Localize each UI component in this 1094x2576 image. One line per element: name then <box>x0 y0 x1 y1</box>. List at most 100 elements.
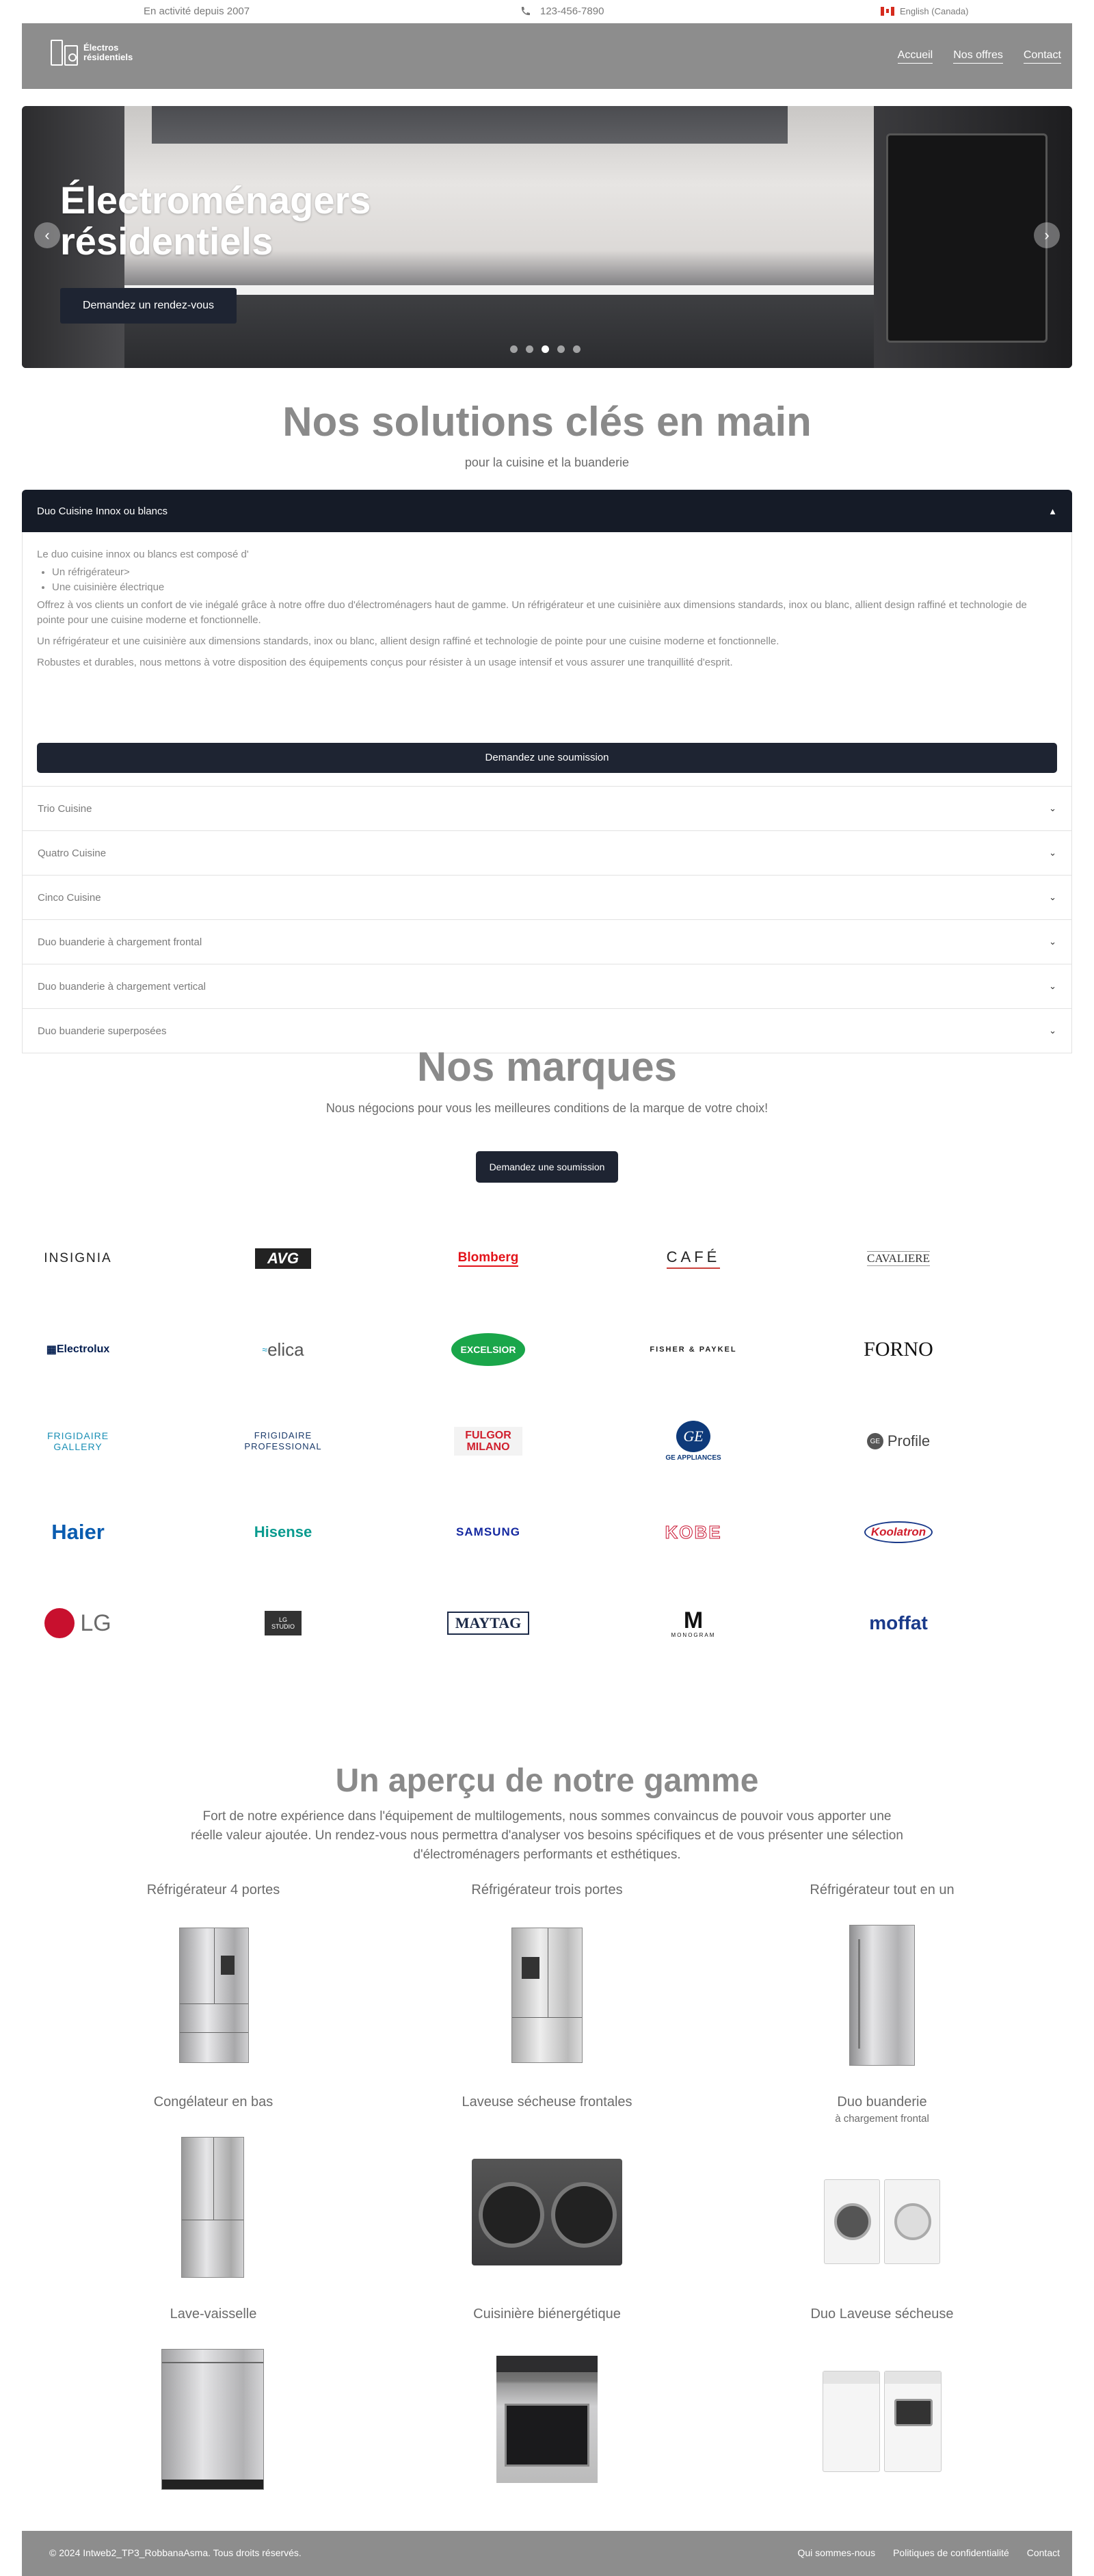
brand-logo-hisense[interactable]: Hisense <box>215 1512 351 1553</box>
hero-title-line-1: Électroménagers <box>60 179 371 222</box>
accordion-paragraph: Un réfrigérateur et une cuisinière aux d… <box>37 635 779 647</box>
brand-logo-fisher-paykel[interactable]: FISHER & PAYKEL <box>625 1329 762 1370</box>
accordion-item-quatro[interactable]: Quatro Cuisine ⌄ <box>22 831 1072 876</box>
product-name: Réfrigérateur trois portes <box>471 1882 623 1897</box>
brand-logo-avg[interactable]: AVG <box>215 1238 351 1279</box>
brand-logo-haier[interactable]: Haier <box>10 1512 146 1553</box>
phone-info[interactable]: 123-456-7890 <box>520 5 604 17</box>
accordion-title: Duo Cuisine Innox ou blancs <box>37 505 168 517</box>
brand-logo-frigidaire-professional[interactable]: FRIGIDAIRE PROFESSIONAL <box>215 1421 351 1462</box>
logo[interactable]: Électros résidentiels <box>49 37 133 68</box>
accordion-header-open[interactable]: Duo Cuisine Innox ou blancs ▲ <box>22 490 1072 532</box>
dishwasher-image <box>161 2349 264 2490</box>
product-card[interactable]: Duo Laveuse sécheuse <box>745 2306 1019 2322</box>
accordion-item-trio[interactable]: Trio Cuisine ⌄ <box>22 787 1072 831</box>
brand-name: Koolatron <box>864 1521 933 1543</box>
product-subtitle: à chargement frontal <box>835 2113 929 2125</box>
brand-name: Haier <box>51 1520 105 1544</box>
accordion-quote-button[interactable]: Demandez une soumission <box>37 743 1057 773</box>
carousel-dot[interactable] <box>557 345 565 353</box>
product-card[interactable]: Laveuse sécheuse frontales <box>410 2094 684 2110</box>
brand-name: EXCELSIOR <box>451 1333 526 1366</box>
brand-logo-profile[interactable]: GE Profile <box>830 1421 967 1462</box>
language-label[interactable]: English (Canada) <box>900 6 968 16</box>
brand-name: INSIGNIA <box>44 1251 112 1265</box>
brand-name: CAFÉ <box>666 1248 721 1269</box>
footer-link-privacy[interactable]: Politiques de confidentialité <box>893 2547 1009 2558</box>
hero-title: Électroménagers résidentiels <box>60 180 371 262</box>
since-text: En activité depuis 2007 <box>144 5 250 17</box>
hero-title-line-2: résidentiels <box>60 220 274 263</box>
brand-logo-kobe[interactable]: KOBE <box>625 1512 762 1553</box>
product-card[interactable]: Réfrigérateur tout en un <box>745 1882 1019 1898</box>
range-title: Un aperçu de notre gamme <box>335 1763 759 1799</box>
brand-name: Hisense <box>254 1523 312 1540</box>
top-bar: En activité depuis 2007 123-456-7890 Eng… <box>0 0 1094 23</box>
carousel-dot[interactable] <box>526 345 533 353</box>
brand-logo-cafe[interactable]: CAFÉ <box>625 1238 762 1279</box>
phone-number[interactable]: 123-456-7890 <box>540 5 604 17</box>
bottom-freezer-fridge-image <box>181 2137 244 2278</box>
product-card[interactable]: Lave-vaisselle <box>77 2306 350 2322</box>
main-nav: Accueil Nos offres Contact <box>897 49 1061 64</box>
brand-logo-fulgor[interactable]: FULGOR MILANO <box>420 1421 557 1462</box>
brand-logo-cavaliere[interactable]: CAVALIERE <box>830 1238 967 1279</box>
product-name: Réfrigérateur tout en un <box>810 1882 955 1897</box>
footer-link-about[interactable]: Qui sommes-nous <box>797 2547 875 2558</box>
lg-circle-icon <box>44 1608 75 1638</box>
brand-logo-moffat[interactable]: moffat <box>830 1603 967 1644</box>
accordion-item-duo-vertical[interactable]: Duo buanderie à chargement vertical ⌄ <box>22 964 1072 1009</box>
product-card[interactable]: Réfrigérateur 4 portes <box>77 1882 350 1898</box>
nav-nos-offres[interactable]: Nos offres <box>953 49 1003 64</box>
brand-logo-frigidaire-gallery[interactable]: FRIGIDAIRE GALLERY <box>10 1421 146 1462</box>
brand-logo-elica[interactable]: ≈ elica <box>215 1329 351 1370</box>
brand-logo-lg[interactable]: LG <box>10 1603 146 1644</box>
brand-logo-electrolux[interactable]: ▦ Electrolux <box>10 1329 146 1370</box>
accordion-item-label: Duo buanderie à chargement frontal <box>38 936 202 948</box>
brand-name: Electrolux <box>56 1343 110 1355</box>
brand-logo-samsung[interactable]: SAMSUNG <box>420 1512 557 1553</box>
accordion-item-duo-frontal[interactable]: Duo buanderie à chargement frontal ⌄ <box>22 920 1072 964</box>
brand-logo-ge-appliances[interactable]: GE GE APPLIANCES <box>625 1421 762 1462</box>
carousel-dot[interactable] <box>510 345 518 353</box>
brand-logo-lg-studio[interactable]: LG STUDIO <box>215 1603 351 1644</box>
brand-logo-excelsior[interactable]: EXCELSIOR <box>420 1329 557 1370</box>
brand-logo-insignia[interactable]: INSIGNIA <box>10 1238 146 1279</box>
accordion-item-label: Cinco Cuisine <box>38 891 101 904</box>
brand-logo-forno[interactable]: FORNO <box>830 1329 967 1370</box>
top-load-washer-dryer-image <box>823 2371 942 2472</box>
accordion-item-label: Trio Cuisine <box>38 802 92 815</box>
language-switcher[interactable]: English (Canada) <box>881 6 968 16</box>
brand-logo-maytag[interactable]: MAYTAG <box>420 1603 557 1644</box>
product-name: Congélateur en bas <box>153 2094 274 2110</box>
product-card[interactable]: Cuisinière biénergétique <box>410 2306 684 2322</box>
brands-subtitle: Nous négocions pour vous les meilleures … <box>325 1101 769 1115</box>
brand-name: FORNO <box>864 1338 933 1361</box>
accordion-item-label: Duo buanderie à chargement vertical <box>38 980 206 993</box>
brand-name: FRIGIDAIRE PROFESSIONAL <box>244 1430 322 1451</box>
hero-appointment-button[interactable]: Demandez un rendez-vous <box>60 288 237 324</box>
hero-image-cabinets <box>152 106 788 144</box>
footer-link-contact[interactable]: Contact <box>1027 2547 1060 2558</box>
solutions-title: Nos solutions clés en main <box>282 399 812 445</box>
product-card[interactable]: Duo buanderie à chargement frontal <box>745 2094 1019 2125</box>
site-footer: © 2024 Intweb2_TP3_RobbanaAsma. Tous dro… <box>22 2531 1072 2576</box>
product-name: Duo buanderie <box>837 2094 927 2110</box>
brands-quote-button[interactable]: Demandez une soumission <box>476 1151 618 1183</box>
nav-contact[interactable]: Contact <box>1023 49 1061 64</box>
carousel-prev-icon[interactable]: ‹ <box>34 222 60 248</box>
brand-name: FULGOR MILANO <box>454 1427 522 1456</box>
logo-line-1: Électros <box>83 42 119 53</box>
accordion-item-cinco[interactable]: Cinco Cuisine ⌄ <box>22 876 1072 920</box>
product-card[interactable]: Réfrigérateur trois portes <box>410 1882 684 1898</box>
product-card[interactable]: Congélateur en bas <box>77 2094 350 2110</box>
carousel-dot[interactable] <box>573 345 581 353</box>
nav-accueil[interactable]: Accueil <box>897 49 933 64</box>
carousel-next-icon[interactable]: › <box>1034 222 1060 248</box>
brand-logo-koolatron[interactable]: Koolatron <box>830 1512 967 1553</box>
brand-name: KOBE <box>665 1521 722 1542</box>
brand-logo-blomberg[interactable]: Blomberg <box>420 1238 557 1279</box>
product-name: Duo Laveuse sécheuse <box>810 2306 954 2322</box>
carousel-dot-active[interactable] <box>542 345 549 353</box>
brand-logo-monogram[interactable]: M MONOGRAM <box>625 1603 762 1644</box>
